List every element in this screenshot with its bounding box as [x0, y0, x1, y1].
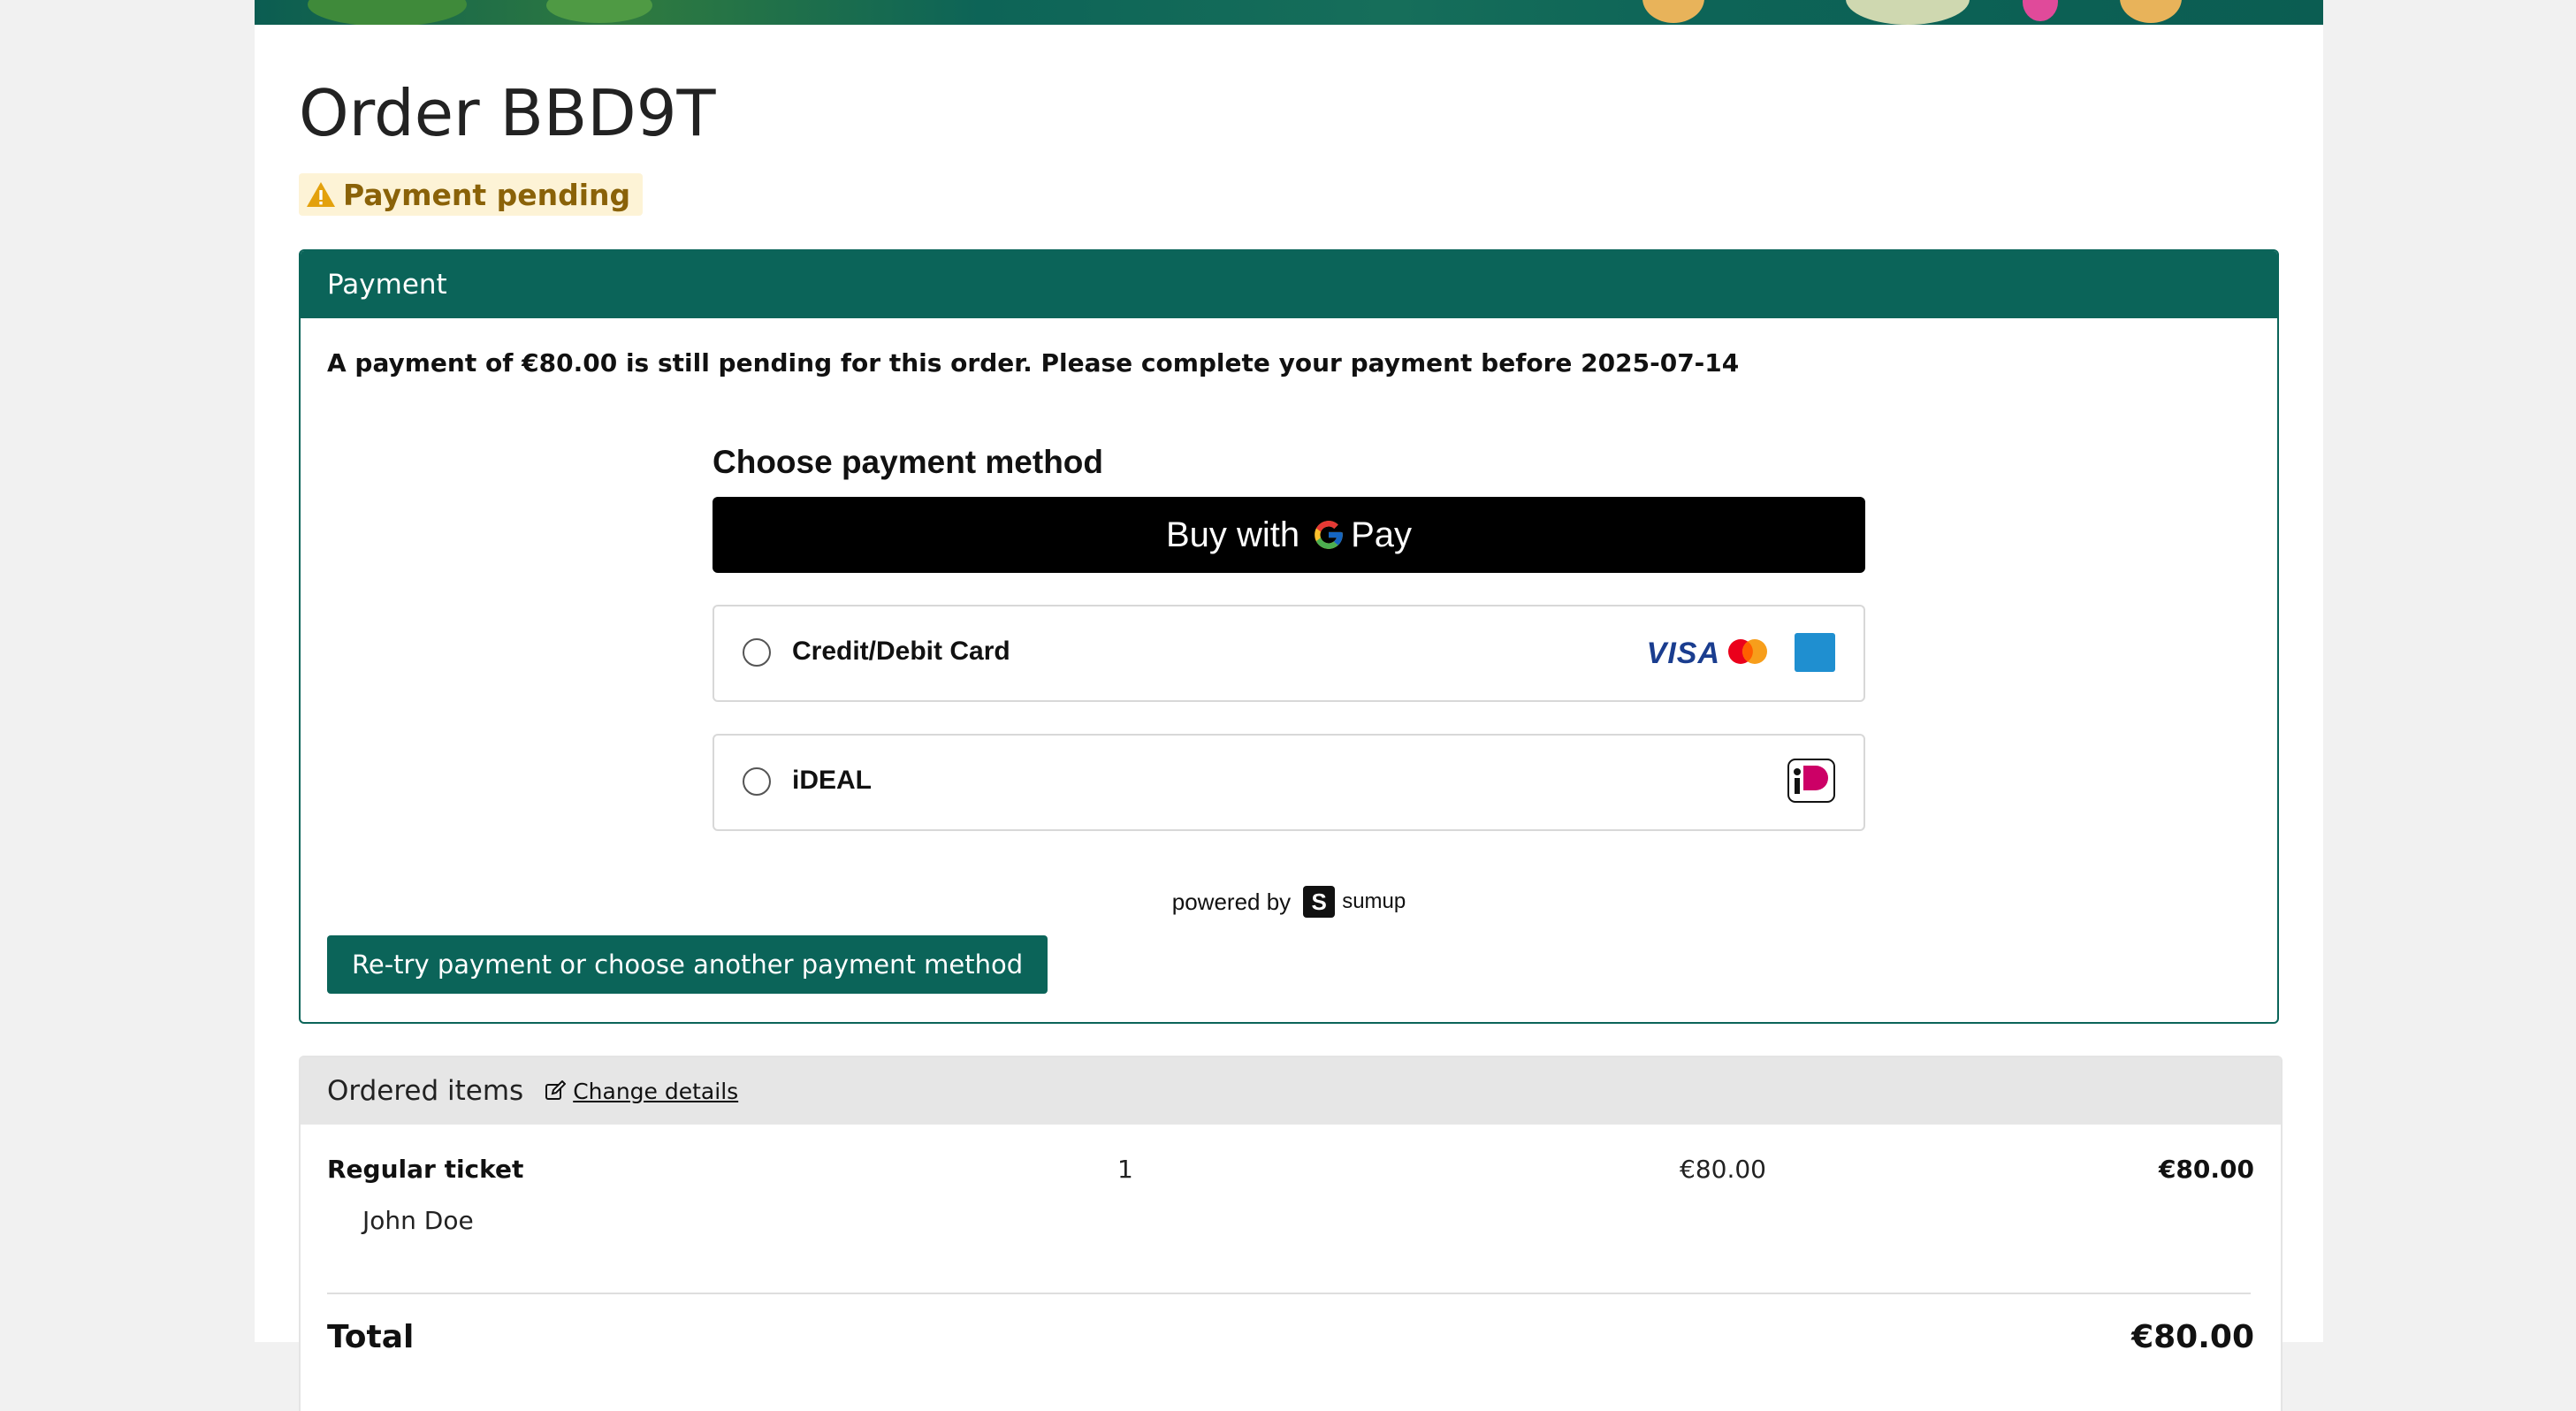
payment-panel: Payment A payment of €80.00 is still pen… — [299, 249, 2279, 1024]
google-pay-button[interactable]: Buy with Pay — [713, 497, 1865, 573]
attendee-name: John Doe — [362, 1206, 474, 1235]
google-pay-mark: Pay — [1312, 515, 1412, 555]
card-option-label: Credit/Debit Card — [792, 637, 1010, 666]
status-text: Payment pending — [343, 177, 631, 212]
ideal-option-label: iDEAL — [792, 766, 872, 795]
banner-flower-decoration — [2120, 0, 2182, 23]
change-details-label: Change details — [573, 1078, 739, 1104]
visa-logo-icon: VISA — [1646, 637, 1720, 670]
divider — [327, 1293, 2251, 1294]
powered-by-footer: powered by S sumup — [713, 886, 1865, 918]
item-quantity: 1 — [1117, 1155, 1133, 1184]
amex-logo-icon — [1795, 633, 1835, 672]
edit-icon — [545, 1080, 567, 1100]
item-price: €80.00 — [1680, 1155, 1766, 1184]
ideal-radio[interactable] — [743, 767, 771, 796]
item-name: Regular ticket — [327, 1155, 524, 1184]
banner-leaf-decoration — [308, 0, 467, 25]
payment-option-ideal[interactable]: iDEAL — [713, 734, 1865, 831]
total-label: Total — [327, 1319, 415, 1355]
sumup-logo-icon: S — [1303, 886, 1336, 918]
pending-payment-message: A payment of €80.00 is still pending for… — [327, 348, 1740, 378]
banner-leaf-decoration — [546, 0, 652, 23]
payment-option-card[interactable]: Credit/Debit Card VISA — [713, 605, 1865, 702]
page: Order BBD9T Payment pending Payment A pa… — [255, 0, 2323, 1411]
sumup-wordmark: sumup — [1342, 889, 1406, 913]
status-badge: Payment pending — [299, 173, 644, 216]
google-pay-prefix: Buy with — [1165, 515, 1300, 554]
retry-payment-button[interactable]: Re-try payment or choose another payment… — [327, 935, 1048, 994]
payment-panel-header: Payment — [301, 251, 2277, 318]
banner-flower-decoration — [2023, 0, 2058, 21]
header-banner — [255, 0, 2323, 25]
choose-payment-method-title: Choose payment method — [713, 444, 1103, 480]
card-radio[interactable] — [743, 638, 771, 667]
item-total: €80.00 — [2158, 1155, 2254, 1184]
page-title: Order BBD9T — [299, 76, 716, 150]
ordered-items-panel: Ordered items Change details Regular tic… — [299, 1056, 2283, 1411]
total-value: €80.00 — [2131, 1319, 2254, 1355]
banner-flower-decoration — [1846, 0, 1970, 25]
warning-icon — [307, 182, 335, 207]
banner-flower-decoration — [1642, 0, 1704, 23]
powered-by-text: powered by — [1171, 888, 1292, 915]
ideal-logo-icon — [1787, 759, 1835, 803]
mastercard-logo-icon — [1728, 639, 1767, 664]
google-g-icon — [1315, 521, 1343, 549]
ordered-items-header: Ordered items Change details — [301, 1057, 2281, 1125]
ordered-items-title: Ordered items — [327, 1075, 524, 1107]
google-pay-brand: Pay — [1351, 515, 1413, 554]
change-details-link[interactable]: Change details — [545, 1079, 738, 1104]
